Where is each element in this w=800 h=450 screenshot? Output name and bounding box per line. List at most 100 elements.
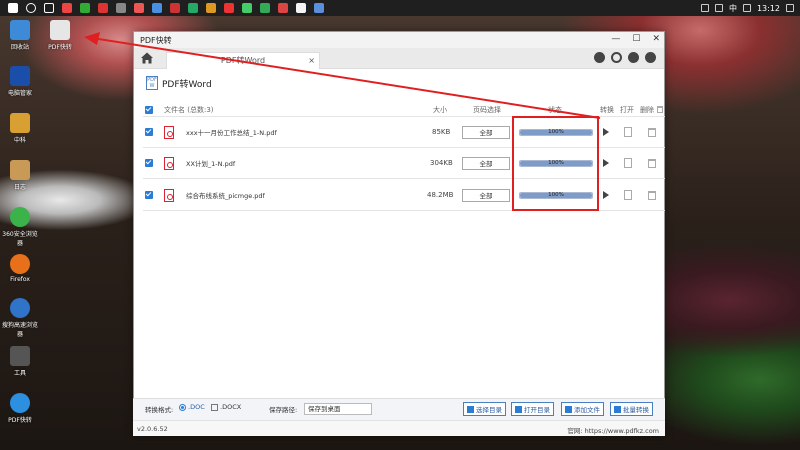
folder-icon	[467, 405, 474, 413]
pdf-icon	[164, 125, 174, 139]
app-icon[interactable]	[278, 3, 288, 13]
tab-bar: PDF转Word ×	[134, 48, 664, 69]
convert-play-icon[interactable]	[603, 159, 609, 167]
file-size: 304KB	[430, 159, 453, 167]
desktop-icon-360-browser[interactable]: 360安全浏览器	[0, 207, 40, 247]
open-file-icon[interactable]	[624, 190, 632, 200]
close-icon[interactable]: ✕	[652, 34, 660, 44]
select-all-checkbox[interactable]	[145, 105, 153, 114]
convert-icon	[614, 405, 621, 413]
pc-manager-icon	[10, 66, 30, 86]
desktop-icon-sogou[interactable]: 搜狗高速浏览器	[0, 298, 40, 338]
row-checkbox[interactable]	[145, 159, 153, 167]
firefox-icon	[10, 254, 30, 274]
app-icon[interactable]	[80, 3, 90, 13]
browser-icon	[10, 207, 30, 227]
row-checkbox[interactable]	[145, 191, 153, 199]
gear-icon[interactable]	[645, 52, 656, 63]
save-path-input[interactable]: 保存到桌面	[304, 403, 372, 415]
page-select-input[interactable]: 全部	[462, 156, 510, 170]
app-icon[interactable]	[296, 3, 306, 13]
website-link[interactable]: 官网: https://www.pdfkz.com	[567, 425, 659, 435]
table-header: 文件名 (总数:3) 大小 页码选择 状态 转换 打开 删除	[143, 103, 665, 117]
open-file-icon[interactable]	[624, 127, 632, 137]
taskbar: 中 13:12	[0, 0, 800, 16]
app-icon[interactable]	[260, 3, 270, 13]
app-icon[interactable]	[206, 3, 216, 13]
desktop-icon-pdfkz[interactable]: PDF快转	[40, 20, 80, 51]
network-icon[interactable]	[700, 4, 709, 12]
delete-all-icon[interactable]	[657, 106, 663, 113]
page-select-input[interactable]: 全部	[462, 188, 510, 202]
app-icon[interactable]	[152, 3, 162, 13]
window-controls: — ☐ ✕	[611, 34, 660, 44]
chat-icon[interactable]	[594, 52, 605, 63]
file-size: 48.2MB	[427, 191, 454, 199]
file-name: xxx十一月份工作总结_1-N.pdf	[186, 129, 277, 137]
add-file-button[interactable]: 添加文件	[561, 402, 604, 416]
app-icon[interactable]	[224, 3, 234, 13]
header-delete: 删除	[640, 105, 654, 114]
batch-convert-button[interactable]: 批量转换	[610, 402, 653, 416]
maximize-icon[interactable]: ☐	[632, 34, 640, 44]
windows-start-icon[interactable]	[8, 3, 18, 13]
app-icon[interactable]	[62, 3, 72, 13]
window-title-bar: PDF快转	[134, 32, 664, 48]
search-icon[interactable]	[26, 3, 36, 13]
delete-icon[interactable]	[648, 158, 656, 168]
radio-doc[interactable]	[179, 403, 186, 411]
pdfkz-app-icon	[10, 393, 30, 413]
app-icon[interactable]	[116, 3, 126, 13]
folder-open-icon	[515, 405, 522, 413]
notification-icon[interactable]	[786, 4, 794, 12]
ime-indicator[interactable]: 中	[729, 3, 737, 14]
toolbar-tools	[594, 52, 656, 63]
app-icon[interactable]	[314, 3, 324, 13]
tab-pdf-to-word[interactable]: PDF转Word ×	[166, 52, 320, 69]
volume-icon[interactable]	[714, 4, 723, 12]
clock[interactable]: 13:12	[757, 4, 780, 13]
sogou-icon	[10, 298, 30, 318]
row-checkbox[interactable]	[145, 128, 153, 136]
home-icon[interactable]	[140, 51, 154, 65]
format-label: 转换格式:	[145, 406, 174, 414]
user-icon[interactable]	[628, 52, 639, 63]
convert-play-icon[interactable]	[603, 128, 609, 136]
footer: v2.0.6.52 官网: https://www.pdfkz.com	[133, 420, 665, 436]
status-highlight-box	[512, 116, 599, 211]
window-title: PDF快转	[140, 35, 172, 45]
desktop-icon-app[interactable]: 中科	[0, 113, 40, 144]
format-option-docx[interactable]: .DOCX	[211, 403, 241, 411]
delete-icon[interactable]	[648, 190, 656, 200]
desktop-icon-log[interactable]: 日志	[0, 160, 40, 191]
app-icon[interactable]	[188, 3, 198, 13]
app-icon[interactable]	[134, 3, 144, 13]
recycle-bin-icon	[10, 20, 30, 40]
minimize-icon[interactable]: —	[611, 34, 620, 44]
task-view-icon[interactable]	[44, 3, 54, 13]
path-label: 保存路径:	[269, 406, 298, 414]
desktop-icon-pc-manager[interactable]: 电脑管家	[0, 66, 40, 97]
header-filename: 文件名 (总数:3)	[164, 105, 214, 114]
desktop-icon-firefox[interactable]: Firefox	[0, 254, 40, 283]
keyboard-icon[interactable]	[742, 4, 751, 12]
select-dir-button[interactable]: 选择目录	[463, 402, 506, 416]
section-title: PDF W PDF转Word	[146, 76, 212, 90]
headset-icon[interactable]	[611, 52, 622, 63]
desktop-icon-tool[interactable]: 工具	[0, 346, 40, 377]
app-icon[interactable]	[98, 3, 108, 13]
open-dir-button[interactable]: 打开目录	[511, 402, 554, 416]
app-icon[interactable]	[170, 3, 180, 13]
desktop-icon-recycle-bin[interactable]: 回收站	[0, 20, 40, 51]
tab-close-icon[interactable]: ×	[308, 53, 315, 69]
desktop-icon-pdfkz-app[interactable]: PDF快转	[0, 393, 40, 424]
app-icon[interactable]	[242, 3, 252, 13]
open-file-icon[interactable]	[624, 158, 632, 168]
convert-play-icon[interactable]	[603, 191, 609, 199]
pdfkz-window: PDF快转 — ☐ ✕ PDF转Word ×	[133, 31, 665, 436]
page-select-input[interactable]: 全部	[462, 125, 510, 139]
pdf-icon	[164, 156, 174, 170]
delete-icon[interactable]	[648, 127, 656, 137]
format-option-doc[interactable]: .DOC	[179, 403, 205, 411]
checkbox-docx[interactable]	[211, 403, 218, 411]
